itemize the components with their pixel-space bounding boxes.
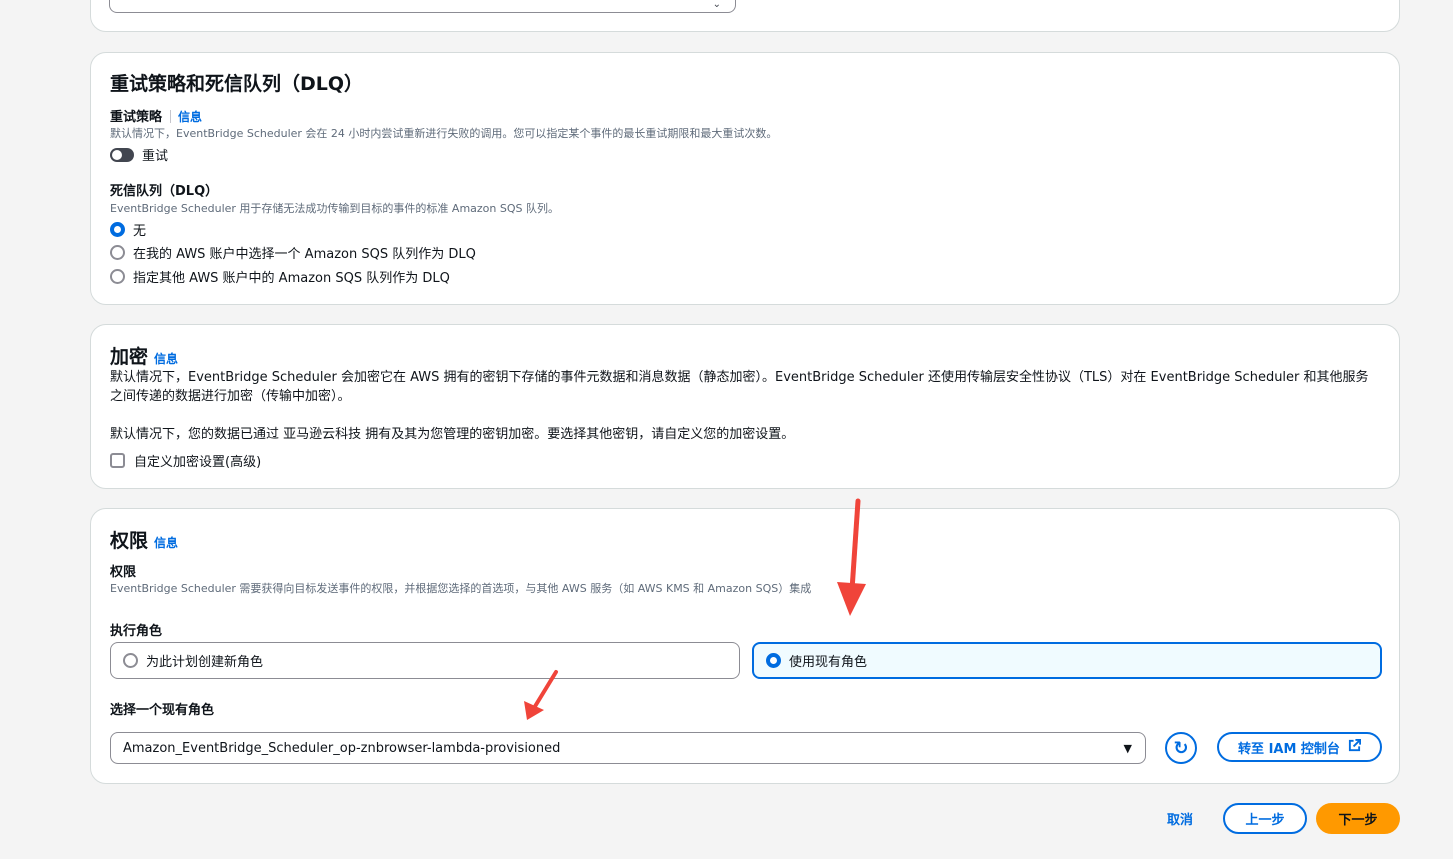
retry-policy-label: 重试策略 bbox=[110, 110, 163, 125]
divider bbox=[170, 110, 172, 123]
custom-encryption-label: 自定义加密设置(高级) bbox=[134, 455, 262, 470]
permissions-label: 权限 bbox=[110, 565, 137, 580]
execution-role-label: 执行角色 bbox=[110, 624, 163, 639]
iam-console-label: 转至 IAM 控制台 bbox=[1238, 741, 1340, 757]
encryption-default-note: 默认情况下，您的数据已通过 亚马逊云科技 拥有及其为您管理的密钥加密。要选择其他… bbox=[110, 427, 795, 442]
dlq-option-other-account[interactable]: 指定其他 AWS 账户中的 Amazon SQS 队列作为 DLQ bbox=[110, 267, 450, 286]
custom-encryption-checkbox-row[interactable]: 自定义加密设置(高级) bbox=[110, 451, 261, 470]
previous-select-field[interactable]: ⌄ bbox=[109, 0, 736, 13]
refresh-roles-button[interactable]: ↻ bbox=[1165, 732, 1197, 764]
permissions-title: 权限 bbox=[110, 530, 149, 552]
next-button[interactable]: 下一步 bbox=[1316, 803, 1400, 834]
radio-button[interactable] bbox=[110, 245, 125, 260]
dlq-option-label: 指定其他 AWS 账户中的 Amazon SQS 队列作为 DLQ bbox=[133, 271, 450, 286]
create-new-role-tile[interactable]: 为此计划创建新角色 bbox=[110, 642, 740, 679]
create-new-role-label: 为此计划创建新角色 bbox=[146, 655, 264, 670]
external-link-icon bbox=[1348, 738, 1361, 756]
retry-policy-description: 默认情况下，EventBridge Scheduler 会在 24 小时内尝试重… bbox=[110, 127, 778, 140]
permissions-title-row: 权限 信息 bbox=[110, 526, 178, 553]
retry-toggle-label: 重试 bbox=[142, 149, 169, 164]
cancel-button[interactable]: 取消 bbox=[1155, 803, 1205, 834]
use-existing-role-label: 使用现有角色 bbox=[789, 655, 868, 670]
caret-down-icon: ▼ bbox=[1123, 742, 1132, 755]
retry-toggle[interactable] bbox=[110, 147, 134, 162]
iam-console-button[interactable]: 转至 IAM 控制台 bbox=[1217, 732, 1382, 762]
dlq-option-my-account[interactable]: 在我的 AWS 账户中选择一个 Amazon SQS 队列作为 DLQ bbox=[110, 243, 476, 262]
encryption-title: 加密 bbox=[110, 346, 149, 368]
refresh-icon: ↻ bbox=[1173, 737, 1189, 759]
existing-role-select[interactable]: Amazon_EventBridge_Scheduler_op-znbrowse… bbox=[110, 732, 1146, 764]
dlq-label: 死信队列（DLQ） bbox=[110, 184, 219, 199]
chevron-down-icon: ⌄ bbox=[712, 0, 721, 10]
custom-encryption-checkbox[interactable] bbox=[110, 453, 125, 468]
dlq-option-none[interactable]: 无 bbox=[110, 220, 146, 239]
encryption-title-row: 加密 信息 bbox=[110, 342, 178, 369]
encryption-card: 加密 信息 默认情况下，EventBridge Scheduler 会加密它在 A… bbox=[90, 324, 1400, 489]
retry-dlq-title: 重试策略和死信队列（DLQ） bbox=[110, 73, 364, 95]
retry-policy-label-row: 重试策略 信息 bbox=[110, 106, 202, 125]
dlq-option-label: 无 bbox=[133, 224, 147, 239]
radio-button[interactable] bbox=[123, 653, 138, 668]
radio-button-selected[interactable] bbox=[766, 653, 781, 668]
existing-role-value: Amazon_EventBridge_Scheduler_op-znbrowse… bbox=[123, 740, 561, 756]
encryption-description: 默认情况下，EventBridge Scheduler 会加密它在 AWS 拥有… bbox=[110, 370, 1369, 404]
permissions-card: 权限 信息 权限 EventBridge Scheduler 需要获得向目标发送事… bbox=[90, 508, 1400, 784]
previous-button[interactable]: 上一步 bbox=[1223, 803, 1307, 834]
retry-toggle-row[interactable]: 重试 bbox=[110, 145, 168, 164]
previous-section-card: ⌄ bbox=[90, 0, 1400, 32]
permissions-description: EventBridge Scheduler 需要获得向目标发送事件的权限，并根据… bbox=[110, 582, 812, 595]
retry-policy-info-link[interactable]: 信息 bbox=[178, 110, 202, 124]
retry-dlq-card: 重试策略和死信队列（DLQ） 重试策略 信息 默认情况下，EventBridge … bbox=[90, 52, 1400, 305]
encryption-info-link[interactable]: 信息 bbox=[154, 352, 178, 366]
permissions-info-link[interactable]: 信息 bbox=[154, 536, 178, 550]
radio-button[interactable] bbox=[110, 269, 125, 284]
radio-button-selected[interactable] bbox=[110, 222, 125, 237]
dlq-description: EventBridge Scheduler 用于存储无法成功传输到目标的事件的标… bbox=[110, 202, 560, 215]
use-existing-role-tile[interactable]: 使用现有角色 bbox=[752, 642, 1382, 679]
dlq-option-label: 在我的 AWS 账户中选择一个 Amazon SQS 队列作为 DLQ bbox=[133, 247, 476, 262]
select-role-label: 选择一个现有角色 bbox=[110, 703, 215, 718]
